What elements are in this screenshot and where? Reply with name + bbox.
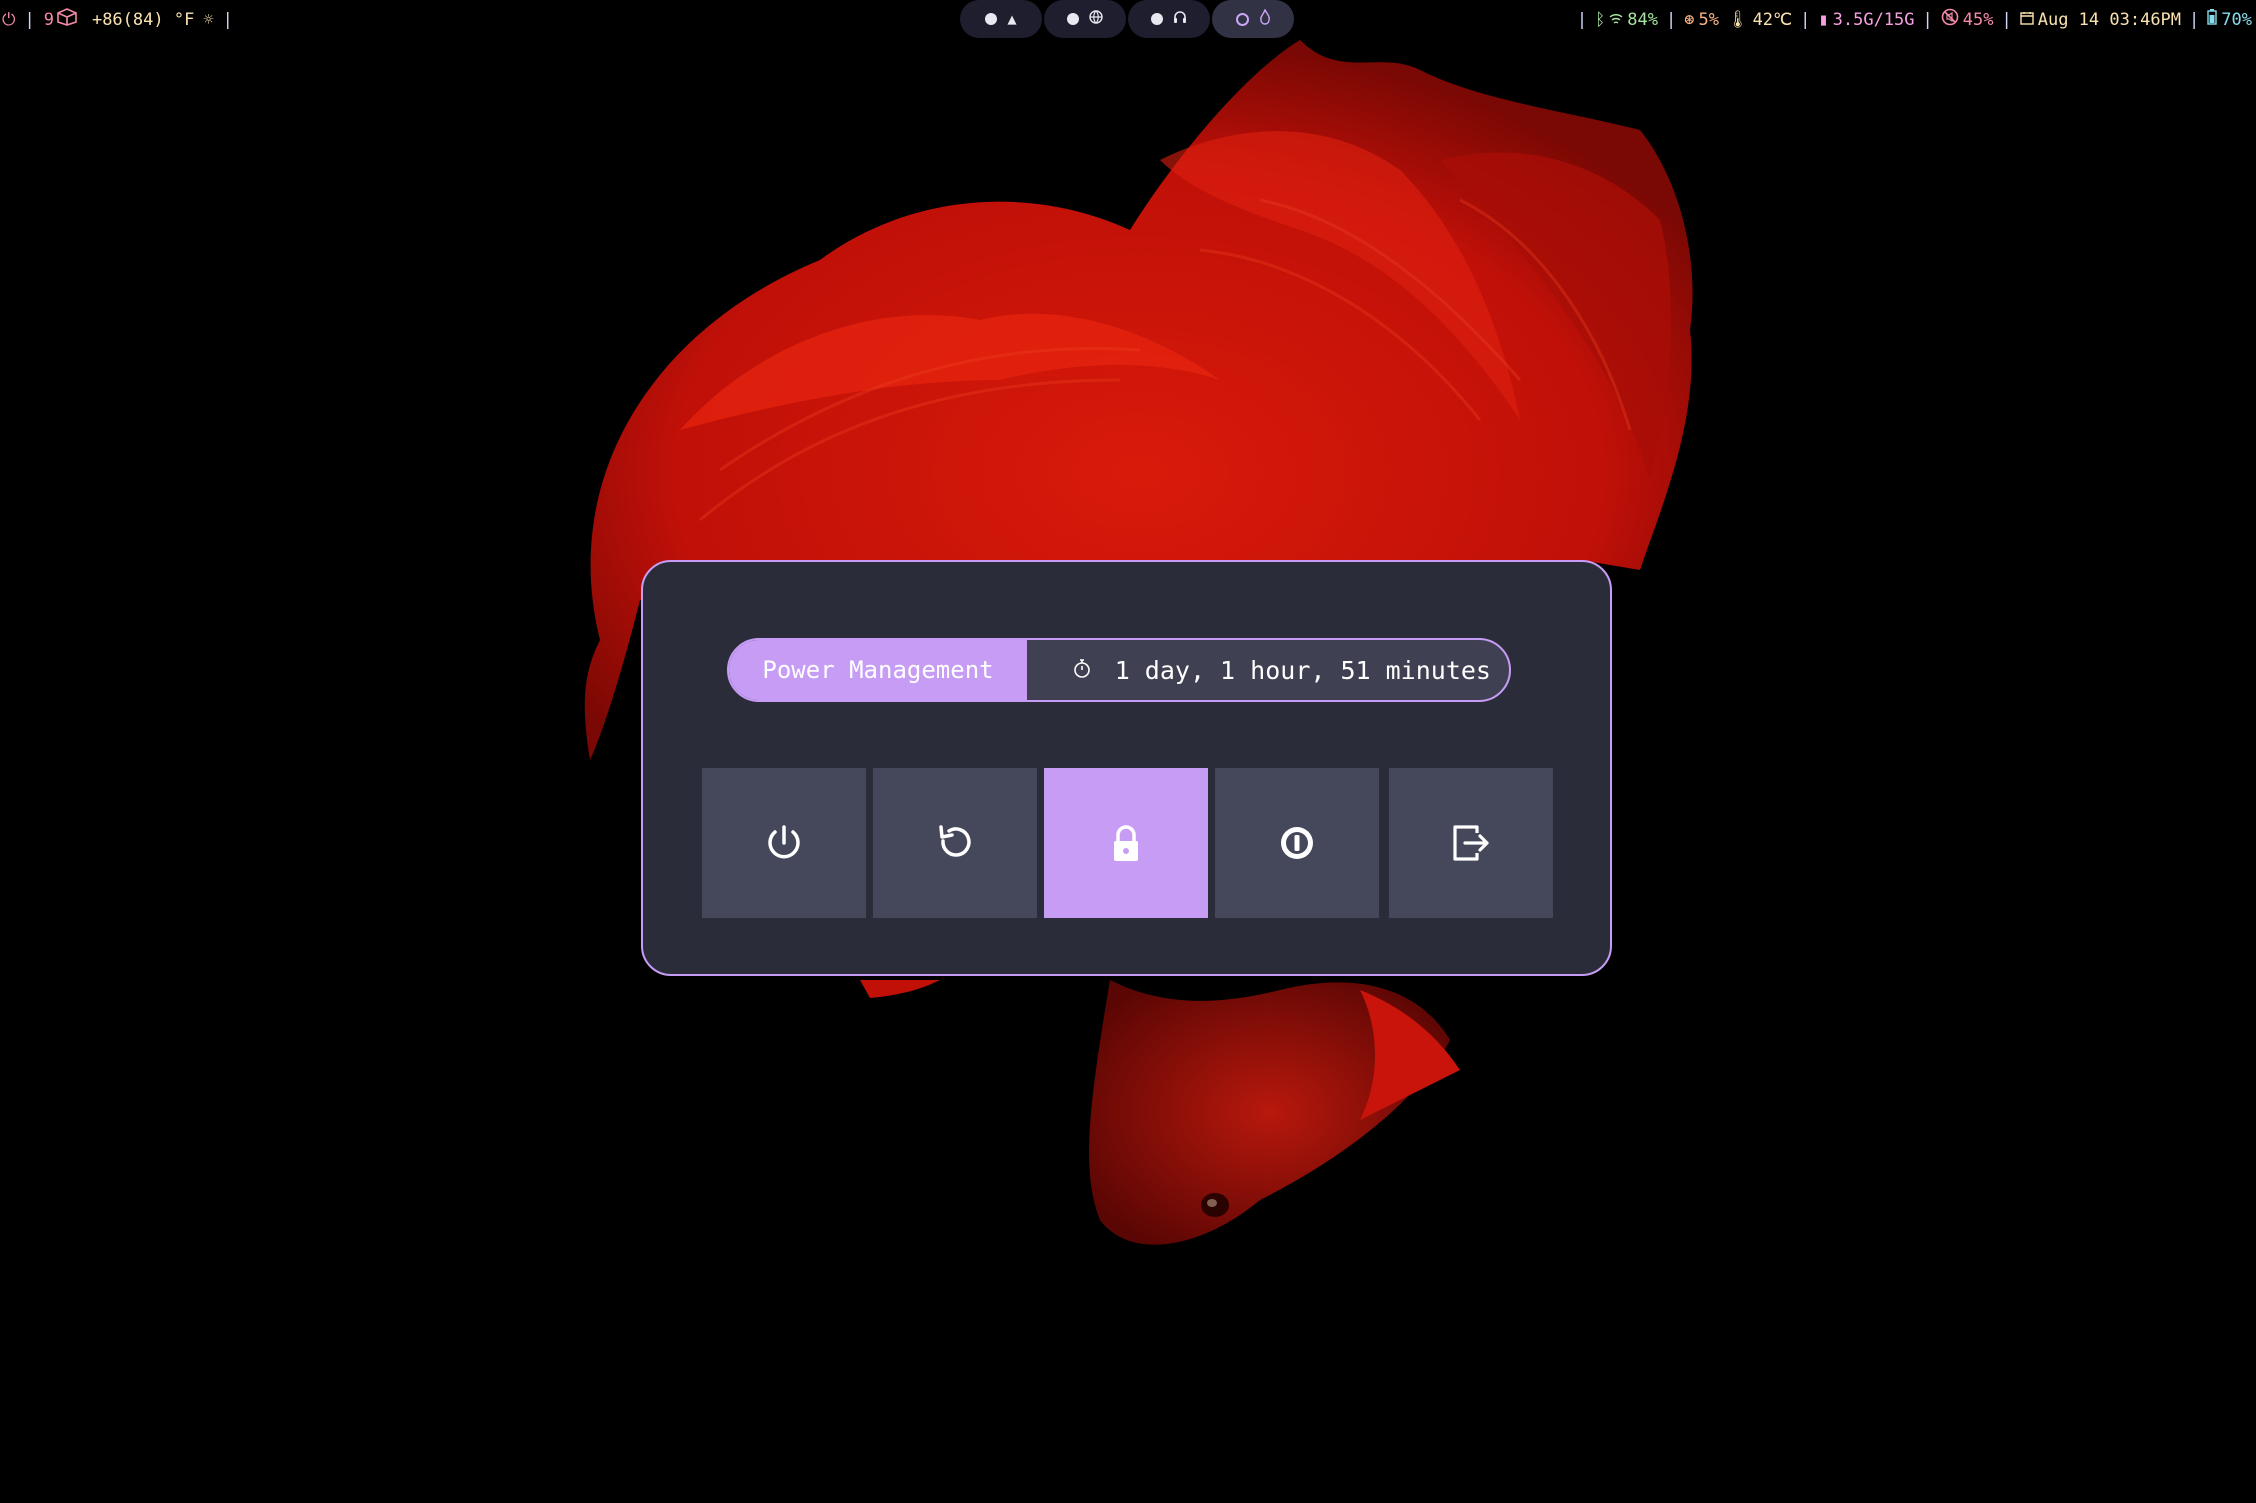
bar-right-modules: | ᛒ 84% | ⊛ 5% 🌡 42℃ | ▮ 3.5G/15G | 45% … [1569,8,2252,31]
separator: | [222,9,233,30]
memory-icon: ▮ [1818,9,1829,30]
workspace-switcher: ▲ [960,0,1296,38]
workspace-dot [1235,12,1249,26]
temperature: 42℃ [1752,9,1793,30]
arch-icon: ▲ [1007,10,1017,28]
battery-icon [2207,9,2217,30]
logout-button[interactable] [1389,768,1553,918]
stopwatch-icon [1073,656,1091,685]
workspace-dot [1067,13,1079,25]
bluetooth-icon[interactable]: ᛒ [1595,10,1605,30]
package-icon [56,8,78,31]
lock-button[interactable] [1044,768,1208,918]
workspace-4-active[interactable] [1212,0,1294,38]
reboot-icon [939,825,971,857]
separator: | [1665,9,1677,30]
volume-level: 45% [1962,9,1994,30]
suspend-icon [1281,827,1313,859]
power-menu-title: Power Management [729,640,1027,700]
cpu-usage: 5% [1698,9,1719,30]
battery-level: 70% [2221,9,2252,30]
reboot-button[interactable] [873,768,1037,918]
bar-left-modules: ⏻ | 9 +86(84) °F ☼ | [2,8,242,31]
shutdown-button[interactable] [702,768,866,918]
workspace-2[interactable] [1044,0,1126,38]
lock-icon [1114,825,1138,861]
power-menu-dialog: Power Management 1 day, 1 hour, 51 minut… [641,560,1612,976]
headphones-icon [1173,10,1187,28]
wifi-strength: 84% [1627,9,1658,30]
thermometer-icon: 🌡 [1726,9,1749,30]
power-menu-header: Power Management 1 day, 1 hour, 51 minut… [727,638,1511,702]
suspend-button[interactable] [1215,768,1379,918]
clock-datetime[interactable]: Aug 14 03:46PM [2038,10,2181,30]
muted-icon[interactable] [1941,8,1959,31]
separator: | [2189,9,2200,30]
separator: | [1576,9,1588,30]
top-status-bar: ⏻ | 9 +86(84) °F ☼ | ▲ | ᛒ 84% | ⊛ 5% 🌡 … [0,0,2256,38]
memory-usage: 3.5G/15G [1832,9,1915,30]
uptime-text: 1 day, 1 hour, 51 minutes [1114,655,1491,685]
logout-icon [1453,825,1489,861]
calendar-icon [2020,10,2034,30]
power-icon[interactable]: ⏻ [2,10,15,30]
power-actions [702,768,1553,918]
workspace-3[interactable] [1128,0,1210,38]
separator: | [1922,9,1933,30]
weather-readout: +86(84) °F [91,9,195,30]
power-icon [768,825,800,859]
workspace-1[interactable]: ▲ [960,0,1042,38]
cpu-icon: ⊛ [1684,9,1695,30]
globe-icon [1089,10,1103,28]
separator: | [1800,9,1811,30]
separator: | [2001,9,2012,30]
sun-icon: ☼ [203,9,214,30]
desktop: ⏻ | 9 +86(84) °F ☼ | ▲ | ᛒ 84% | ⊛ 5% 🌡 … [0,0,2256,1503]
workspace-count: 9 [43,9,54,30]
separator: | [24,9,35,30]
workspace-dot [1151,13,1163,25]
wifi-icon[interactable] [1609,10,1623,30]
flame-icon [1259,8,1271,29]
uptime-display: 1 day, 1 hour, 51 minutes [1027,640,1509,700]
workspace-dot [985,13,998,25]
